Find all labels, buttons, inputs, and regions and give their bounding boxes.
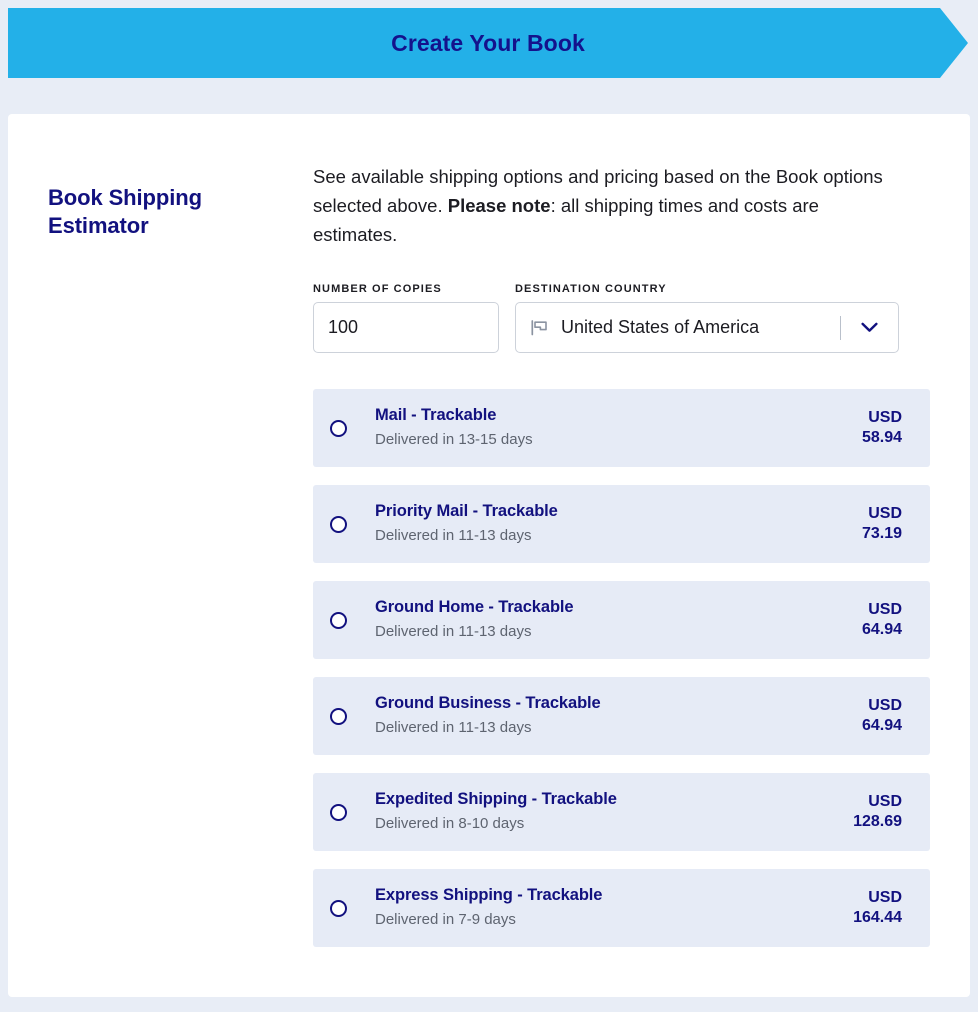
section-title: Book Shipping Estimator: [48, 185, 202, 239]
shipping-option-delivery: Delivered in 11-13 days: [375, 719, 532, 736]
shipping-option-currency: USD: [868, 889, 902, 906]
shipping-option-name: Mail - Trackable: [375, 406, 497, 424]
shipping-option-radio[interactable]: [330, 707, 347, 725]
number-of-copies-input[interactable]: [313, 302, 499, 353]
shipping-option-name: Expedited Shipping - Trackable: [375, 790, 617, 808]
shipping-option-name: Priority Mail - Trackable: [375, 502, 558, 520]
shipping-option-currency: USD: [868, 505, 902, 522]
shipping-option-delivery: Delivered in 7-9 days: [375, 911, 516, 928]
shipping-option-price: USD 64.94: [862, 600, 930, 640]
shipping-option-delivery: Delivered in 11-13 days: [375, 527, 532, 544]
shipping-option-row[interactable]: Express Shipping - Trackable Delivered in…: [313, 869, 930, 947]
destination-country-select[interactable]: United States of America: [515, 302, 899, 353]
select-divider: [840, 315, 841, 340]
shipping-option-row[interactable]: Ground Business - Trackable Delivered in …: [313, 677, 930, 755]
shipping-option-price: USD 73.19: [862, 504, 930, 544]
shipping-option-currency: USD: [868, 697, 902, 714]
create-your-book-banner: Create Your Book: [8, 8, 968, 78]
destination-country-value: United States of America: [561, 317, 760, 337]
shipping-option-name: Express Shipping - Trackable: [375, 886, 603, 904]
shipping-estimator-card: Book Shipping Estimator See available sh…: [8, 114, 970, 997]
shipping-option-row[interactable]: Ground Home - Trackable Delivered in 11-1…: [313, 581, 930, 659]
shipping-option-price: USD 58.94: [862, 408, 930, 448]
shipping-option-price: USD 128.69: [853, 792, 930, 832]
destination-country-field: DESTINATION COUNTRY United States of Ame…: [515, 283, 899, 353]
shipping-option-amount: 64.94: [861, 717, 902, 734]
shipping-option-currency: USD: [868, 601, 902, 618]
estimator-content: See available shipping options and prici…: [306, 162, 930, 947]
estimator-form: NUMBER OF COPIES DESTINATION COUNTRY Uni…: [313, 283, 930, 353]
shipping-option-name: Ground Business - Trackable: [375, 694, 601, 712]
shipping-option-row[interactable]: Priority Mail - Trackable Delivered in 11…: [313, 485, 930, 563]
shipping-option-row[interactable]: Expedited Shipping - Trackable Delivered …: [313, 773, 930, 851]
number-of-copies-label: NUMBER OF COPIES: [313, 283, 442, 295]
shipping-option-price: USD 164.44: [853, 888, 930, 928]
banner-title: Create Your Book: [391, 29, 585, 56]
shipping-option-amount: 73.19: [861, 525, 902, 542]
section-description: See available shipping options and prici…: [313, 162, 889, 249]
number-of-copies-field: NUMBER OF COPIES: [313, 283, 499, 353]
description-emphasis: Please note: [447, 195, 551, 216]
shipping-option-currency: USD: [868, 793, 902, 810]
shipping-option-texts: Priority Mail - Trackable Delivered in 11…: [375, 501, 862, 547]
shipping-option-radio[interactable]: [330, 419, 347, 437]
shipping-option-delivery: Delivered in 13-15 days: [375, 431, 533, 448]
shipping-option-currency: USD: [868, 409, 902, 426]
shipping-option-delivery: Delivered in 8-10 days: [375, 815, 525, 832]
shipping-option-amount: 58.94: [861, 429, 902, 446]
shipping-option-texts: Mail - Trackable Delivered in 13-15 days: [375, 405, 862, 451]
shipping-option-row[interactable]: Mail - Trackable Delivered in 13-15 days U…: [313, 389, 930, 467]
shipping-option-texts: Ground Business - Trackable Delivered in …: [375, 693, 862, 739]
page-header: Create Your Book: [0, 0, 978, 86]
flag-icon: [530, 318, 549, 337]
shipping-option-amount: 64.94: [861, 621, 902, 638]
shipping-option-radio[interactable]: [330, 515, 347, 533]
chevron-down-icon[interactable]: [861, 322, 878, 333]
shipping-option-price: USD 64.94: [862, 696, 930, 736]
shipping-option-radio[interactable]: [330, 899, 347, 917]
destination-country-label: DESTINATION COUNTRY: [515, 283, 667, 295]
shipping-option-amount: 164.44: [853, 909, 902, 926]
shipping-option-amount: 128.69: [853, 813, 902, 830]
shipping-option-delivery: Delivered in 11-13 days: [375, 623, 532, 640]
shipping-option-radio[interactable]: [330, 611, 347, 629]
shipping-options-list: Mail - Trackable Delivered in 13-15 days U…: [313, 389, 930, 947]
shipping-option-texts: Ground Home - Trackable Delivered in 11-1…: [375, 597, 862, 643]
shipping-option-texts: Expedited Shipping - Trackable Delivered …: [375, 789, 853, 835]
shipping-option-name: Ground Home - Trackable: [375, 598, 574, 616]
shipping-option-radio[interactable]: [330, 803, 347, 821]
shipping-option-texts: Express Shipping - Trackable Delivered in…: [375, 885, 853, 931]
